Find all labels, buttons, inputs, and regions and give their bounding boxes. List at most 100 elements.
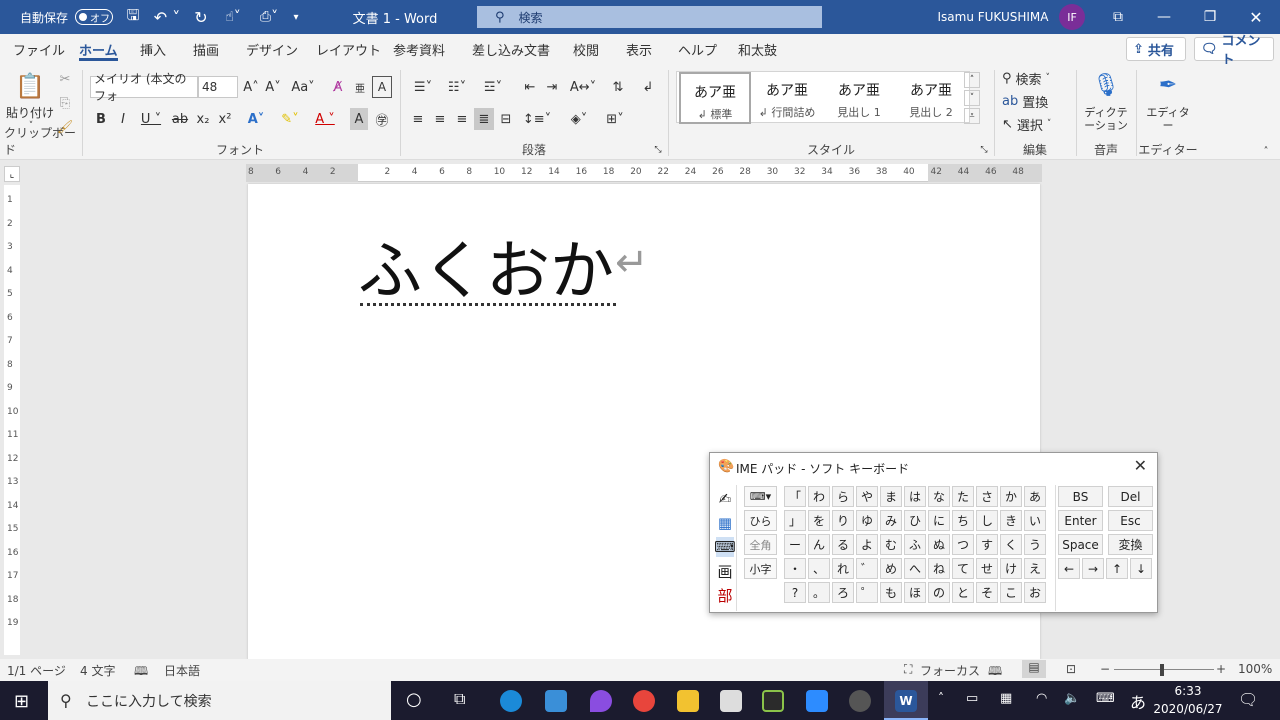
style-no-spacing[interactable]: あア亜 ↲ 行間詰め [751,72,823,124]
tab-review[interactable]: 校閲 [573,34,599,64]
kana-key[interactable]: ふ [904,534,926,555]
find-button[interactable]: ⚲ 検索 ˅ [1002,68,1068,88]
kana-key[interactable]: り [832,510,854,531]
search-box[interactable]: ⚲ 検索 [477,6,822,28]
vertical-ruler[interactable]: 1 2 3 4 5 6 7 8 9 10 11 12 13 14 15 16 17 18 19 [4,185,20,655]
word-taskbar-button[interactable]: W [884,681,928,720]
style-heading-1[interactable]: あア亜 見出し 1 [823,72,895,124]
kana-key[interactable]: ? [784,582,806,603]
italic-icon[interactable]: I [114,108,132,130]
kana-key[interactable]: ん [808,534,830,555]
battery-icon[interactable]: ▭ [966,691,978,706]
kana-key[interactable]: ら [832,486,854,507]
collapse-ribbon-icon[interactable]: ˄ [1258,144,1274,158]
zoom-app-icon[interactable] [806,690,828,712]
tab-draw[interactable]: 描画 [193,34,219,64]
zoom-in-icon[interactable]: + [1216,662,1226,676]
kana-key[interactable]: る [832,534,854,555]
function-key[interactable]: Enter [1058,510,1103,531]
function-key[interactable]: Space [1058,534,1103,555]
kana-key[interactable]: き [1000,510,1022,531]
tab-insert[interactable]: 挿入 [140,34,166,64]
kana-key[interactable]: あ [1024,486,1046,507]
kana-key[interactable]: も [880,582,902,603]
font-name-select[interactable]: メイリオ (本文のフォ [90,72,198,103]
kana-key[interactable]: か [1000,486,1022,507]
bullets-icon[interactable]: ☰˅ [408,76,438,98]
kana-key[interactable]: 。 [808,582,830,603]
stroke-count-icon[interactable]: 画 [716,561,734,581]
proofing-icon[interactable]: 🕮 [134,662,148,683]
file-explorer-icon[interactable] [677,690,699,712]
show-hidden-icons-icon[interactable]: ˄ [938,691,944,705]
kana-key[interactable]: ぬ [928,534,950,555]
undo-icon[interactable]: ↶ ˅ [150,0,184,34]
arrow-key[interactable]: ↑ [1106,558,1128,579]
taskbar-search[interactable]: ⚲ ここに入力して検索 [48,681,391,720]
fullwidth-mode-key[interactable]: 全角 [744,534,777,555]
superscript-icon[interactable]: x² [216,108,234,130]
restore-icon[interactable]: ❐ [1198,0,1222,34]
arrow-key[interactable]: ← [1058,558,1080,579]
styles-launcher-icon[interactable]: ⤡ [978,144,990,156]
style-normal[interactable]: あア亜 ↲ 標準 [679,72,751,124]
kana-key[interactable]: ひ [904,510,926,531]
kana-key[interactable]: つ [952,534,974,555]
save-icon[interactable]: 🖫 [122,0,144,34]
user-name[interactable]: Isamu FUKUSHIMA [930,0,1056,34]
redo-icon[interactable]: ↻ [190,0,212,34]
kana-key[interactable]: す [976,534,998,555]
chrome-icon[interactable] [633,690,655,712]
microphone-icon[interactable]: 🎙 [1092,70,1120,100]
style-heading-2[interactable]: あア亜 見出し 2 [895,72,967,124]
zoom-slider-thumb[interactable] [1160,664,1164,676]
character-spacing-icon[interactable]: A↔˅ [568,76,598,98]
kana-key[interactable]: お [1024,582,1046,603]
word-count[interactable]: 4 文字 [80,662,115,679]
kana-key[interactable]: み [880,510,902,531]
distributed-icon[interactable]: ⊟ [496,108,516,130]
kana-key[interactable]: い [1024,510,1046,531]
tab-file[interactable]: ファイル [13,34,65,64]
kana-key[interactable]: わ [808,486,830,507]
font-color-icon[interactable]: A ˅ [310,108,340,130]
shading-icon[interactable]: ◈˅ [564,108,594,130]
editor-pen-icon[interactable]: ✒ [1154,70,1182,100]
kana-key[interactable]: ね [928,558,950,579]
ribbon-display-icon[interactable]: ⧉ [1106,0,1130,34]
dictate-button[interactable]: ディクテーション [1080,104,1132,134]
handwriting-icon[interactable]: ✍ [716,489,734,509]
kana-key[interactable]: ち [952,510,974,531]
clear-format-icon[interactable]: A̸ [328,76,348,98]
paragraph-launcher-icon[interactable]: ⤡ [652,144,664,156]
function-key[interactable]: Del [1108,486,1153,507]
app-icon[interactable] [849,690,871,712]
kana-key[interactable]: な [928,486,950,507]
character-border-icon[interactable]: A [372,76,392,98]
kana-key[interactable]: け [1000,558,1022,579]
numbering-icon[interactable]: ☷˅ [442,76,472,98]
autosave-toggle[interactable]: オフ [74,0,114,34]
tab-view[interactable]: 表示 [626,34,652,64]
ime-mode-indicator[interactable]: あ [1130,689,1146,713]
tab-layout[interactable]: レイアウト [316,34,381,64]
styles-more-icon[interactable]: ⩡ [964,108,980,124]
horizontal-ruler[interactable]: 8 6 4 2 2 4 6 8 10 12 14 16 18 20 22 24 26 28 30 32 34 36 38 40… [246,164,1042,182]
kana-key[interactable]: こ [1000,582,1022,603]
function-key[interactable]: BS [1058,486,1103,507]
kana-key[interactable]: を [808,510,830,531]
web-layout-icon[interactable]: ⊡ [1066,662,1076,676]
kana-key[interactable]: れ [832,558,854,579]
bold-icon[interactable]: B [92,108,110,130]
touch-mode-icon[interactable]: ☝˅ [218,0,248,34]
align-center-icon[interactable]: ≡ [430,108,450,130]
kana-key[interactable]: め [880,558,902,579]
justify-icon[interactable]: ≣ [474,108,494,130]
kana-key[interactable]: む [880,534,902,555]
kana-key[interactable]: へ [904,558,926,579]
show-marks-icon[interactable]: ↲ [638,76,658,98]
zoom-level[interactable]: 100% [1238,662,1272,676]
language[interactable]: 日本語 [164,662,200,679]
customize-qat-icon[interactable]: ▾ [288,0,304,34]
kana-key[interactable]: の [928,582,950,603]
